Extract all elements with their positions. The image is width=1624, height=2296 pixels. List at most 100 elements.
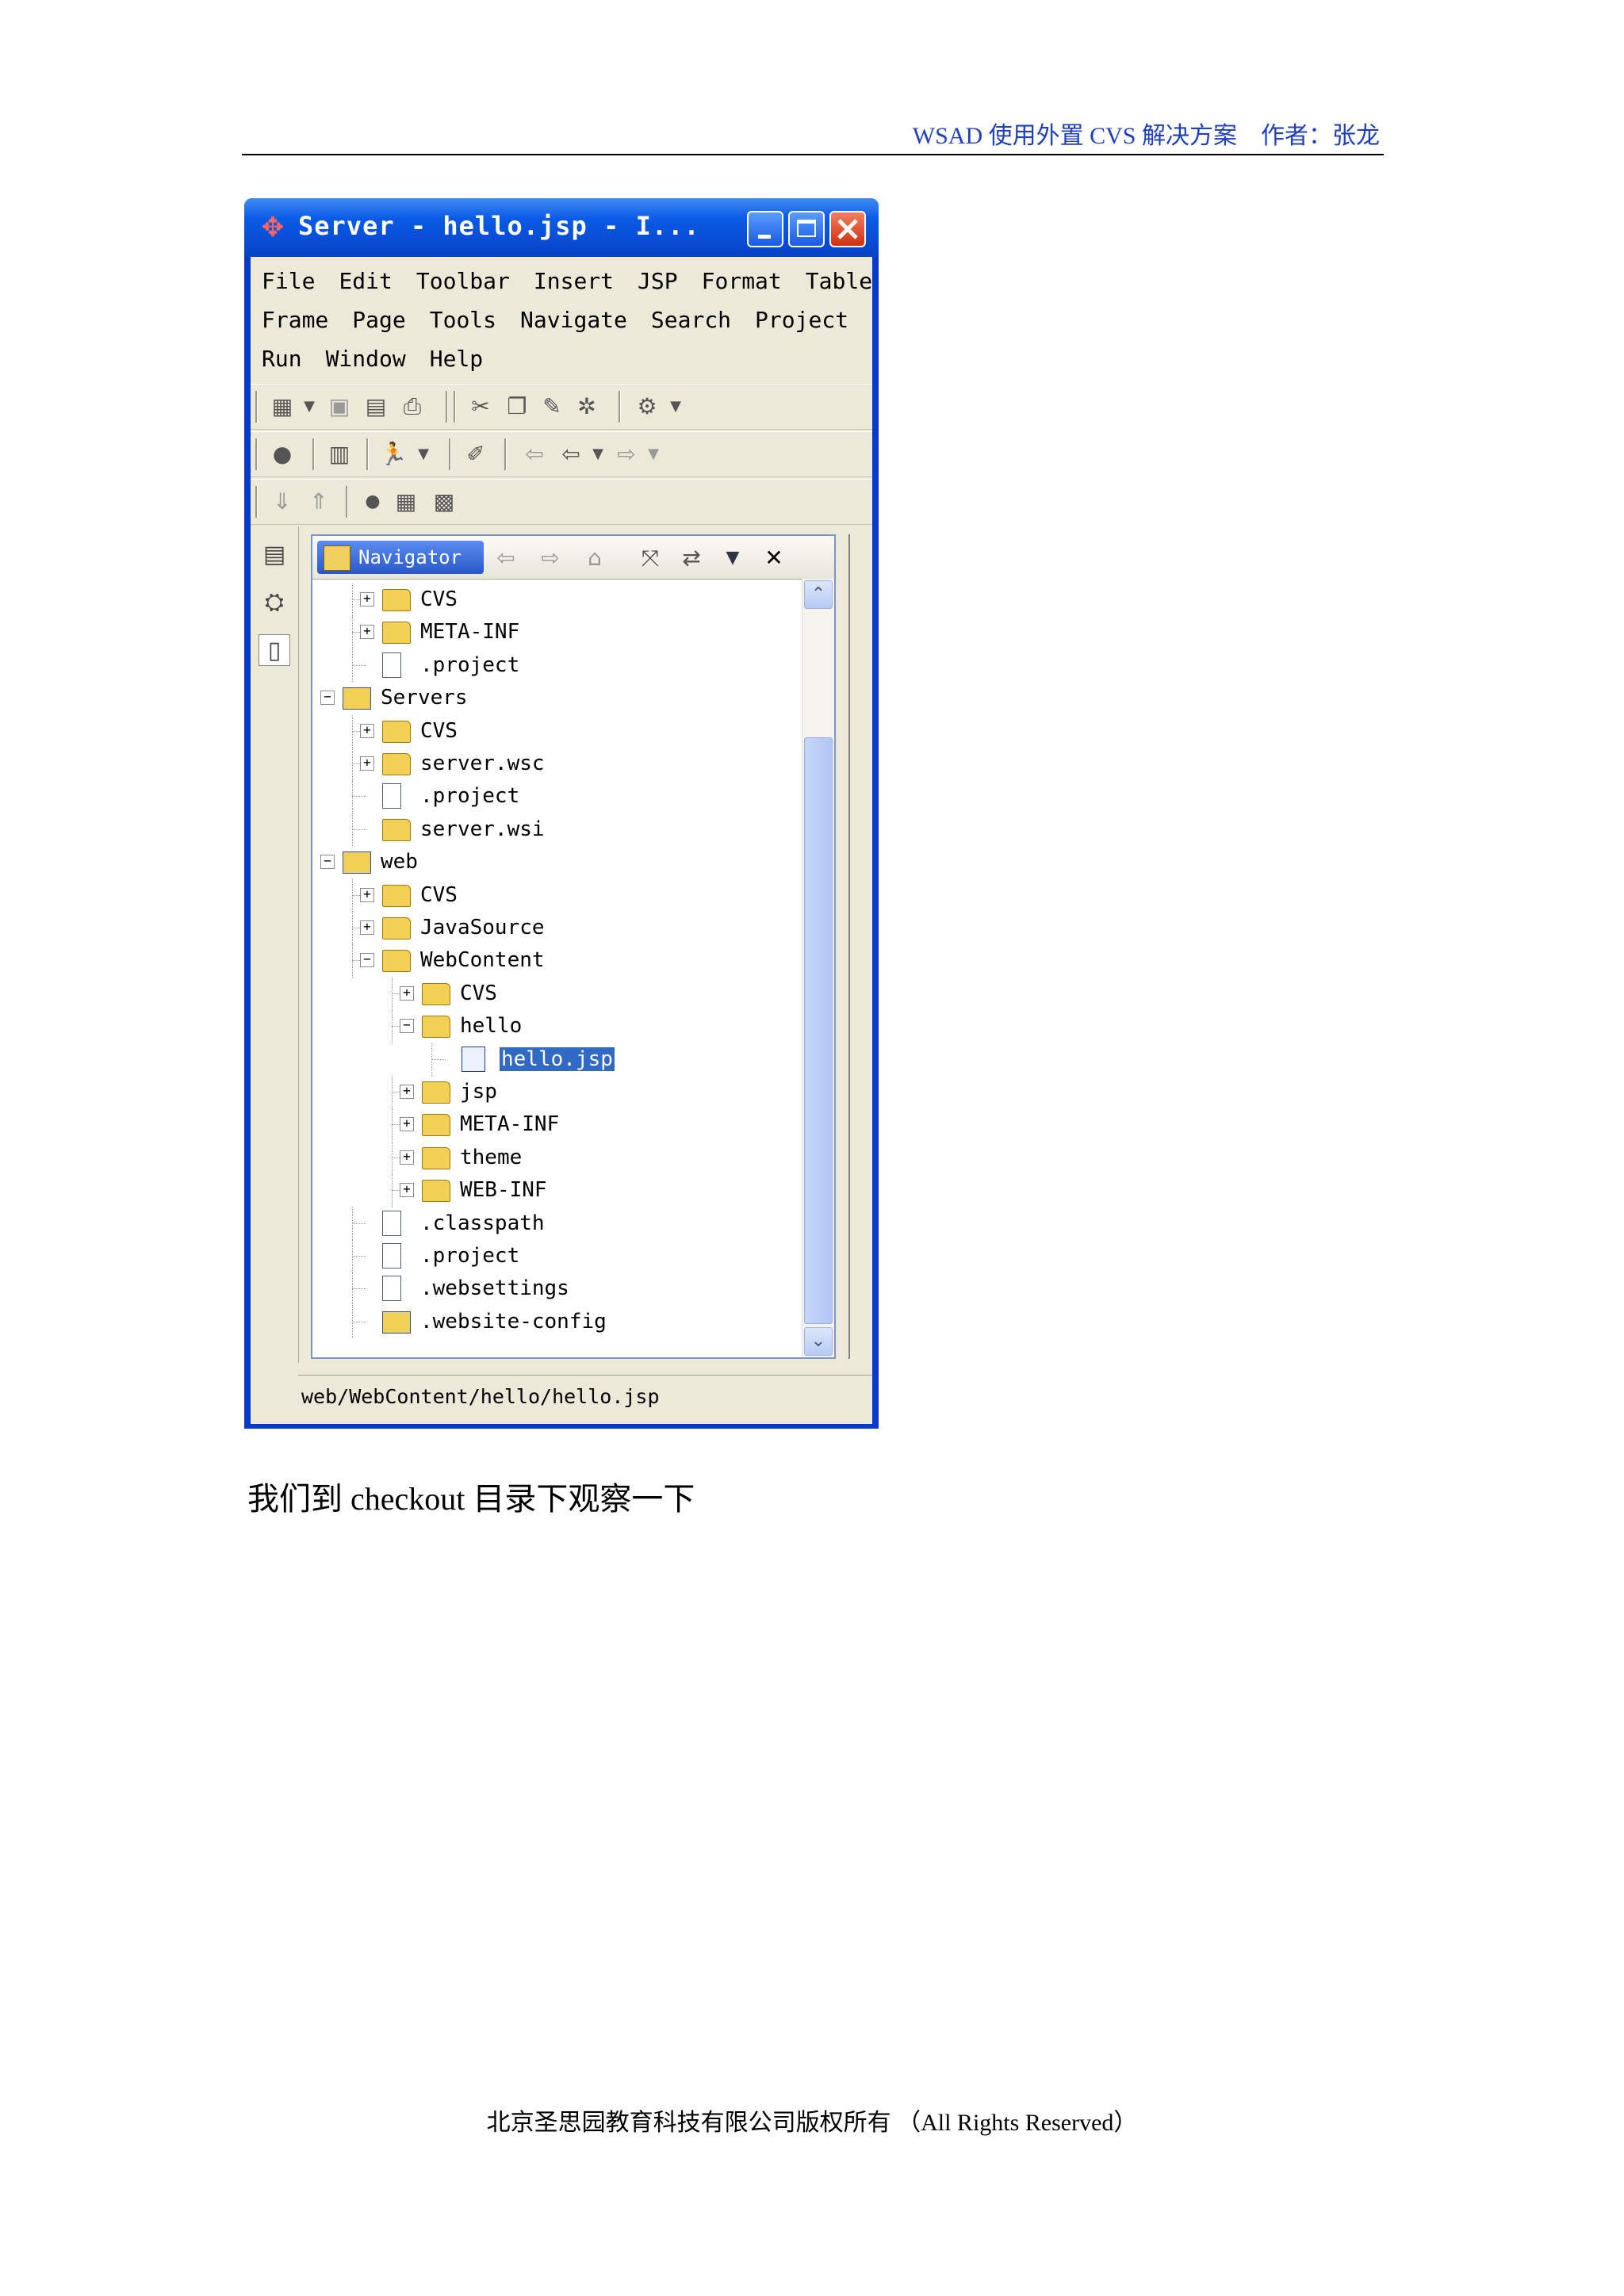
step-up-icon[interactable]: ⇑	[304, 488, 333, 516]
expand-icon[interactable]: +	[400, 1183, 414, 1198]
expand-icon[interactable]: +	[360, 756, 374, 771]
tree-item[interactable]: .websettings	[420, 1272, 569, 1304]
expand-icon[interactable]: +	[360, 723, 374, 738]
back-icon[interactable]: ⇦	[557, 440, 585, 469]
web-perspective-icon[interactable]: ▯	[259, 634, 290, 666]
view-menu-icon[interactable]: ▼	[720, 545, 745, 571]
tree-item[interactable]: jsp	[460, 1076, 497, 1108]
tree-item[interactable]: WEB-INF	[460, 1174, 547, 1206]
menu-insert[interactable]: Insert	[534, 263, 625, 300]
menu-help[interactable]: Help	[430, 341, 494, 377]
tree-item[interactable]: .project	[420, 1240, 519, 1272]
collapse-icon[interactable]: −	[360, 953, 374, 968]
tree-item[interactable]: JavaSource	[420, 912, 545, 943]
tree-item[interactable]: META-INF	[460, 1108, 559, 1140]
minimize-button[interactable]	[747, 211, 783, 247]
link-editor-icon[interactable]: ⇄	[679, 545, 704, 571]
collapse-icon[interactable]: −	[320, 855, 335, 870]
tree-item[interactable]: server.wsi	[420, 813, 545, 845]
menu-navigate[interactable]: Navigate	[520, 302, 638, 339]
expand-icon[interactable]: +	[360, 887, 374, 902]
open-perspective-icon[interactable]: ▤	[259, 539, 290, 571]
maximize-button[interactable]	[788, 211, 825, 247]
scroll-up-button[interactable]: ⌃	[804, 580, 833, 609]
tree-item[interactable]: CVS	[460, 978, 497, 1009]
tree-item[interactable]: CVS	[420, 584, 458, 615]
expand-icon[interactable]: +	[360, 592, 374, 607]
expand-icon[interactable]: +	[400, 985, 414, 1001]
tree-item[interactable]: CVS	[420, 879, 458, 911]
expand-icon[interactable]: +	[360, 920, 374, 935]
copy-icon[interactable]: ❐	[503, 392, 531, 421]
menu-tools[interactable]: Tools	[430, 302, 508, 339]
expand-icon[interactable]: +	[400, 1085, 414, 1099]
new-icon[interactable]: ▦	[268, 392, 297, 421]
save-all-icon[interactable]: ▤	[362, 392, 390, 421]
menu-frame[interactable]: Frame	[262, 302, 339, 339]
debug-icon[interactable]: ✲	[573, 392, 601, 421]
menu-format[interactable]: Format	[702, 263, 793, 300]
save-icon[interactable]: ▣	[325, 392, 354, 421]
tree-item[interactable]: theme	[460, 1142, 522, 1173]
tree-item[interactable]: .website-config	[420, 1306, 607, 1337]
expand-icon[interactable]: +	[360, 625, 374, 640]
menu-window[interactable]: Window	[326, 341, 417, 377]
last-edit-icon[interactable]: ⇦	[520, 440, 549, 469]
menu-project[interactable]: Project	[755, 302, 860, 339]
collapse-icon[interactable]: −	[320, 691, 335, 706]
tree-item[interactable]: Servers	[381, 682, 468, 714]
dropdown-arrow-icon[interactable]: ▼	[661, 392, 690, 421]
vertical-scrollbar[interactable]: ⌃ ⌄	[802, 579, 834, 1357]
scroll-down-button[interactable]: ⌄	[804, 1327, 833, 1356]
expand-icon[interactable]: +	[400, 1117, 414, 1132]
dropdown-arrow-icon[interactable]: ▼	[295, 392, 324, 421]
tree-item[interactable]: CVS	[420, 715, 458, 747]
tab-navigator[interactable]: Navigator	[317, 541, 484, 574]
tree-item[interactable]: web	[381, 846, 418, 878]
collapse-all-icon[interactable]: ⤧	[638, 545, 663, 571]
tree-item[interactable]: META-INF	[420, 616, 519, 648]
close-button[interactable]	[829, 211, 866, 247]
tree-item[interactable]: WebContent	[420, 944, 545, 976]
dropdown-arrow-icon[interactable]: ▼	[639, 440, 668, 469]
scroll-thumb[interactable]	[804, 737, 833, 1324]
menu-edit[interactable]: Edit	[339, 263, 403, 300]
tree-item[interactable]: hello	[460, 1010, 522, 1042]
collapse-icon[interactable]: −	[400, 1019, 414, 1034]
table-icon[interactable]: ▦	[392, 488, 420, 516]
forward-icon[interactable]: ⇨	[538, 545, 563, 571]
back-icon[interactable]: ⇦	[493, 545, 519, 571]
menu-toolbar[interactable]: Toolbar	[416, 263, 521, 300]
cut-icon[interactable]: ✂	[466, 392, 495, 421]
up-folder-icon[interactable]: ⌂	[582, 545, 607, 571]
tree-item[interactable]: hello.jsp	[499, 1043, 615, 1075]
layout-icon[interactable]: ▩	[430, 488, 458, 516]
tree-item[interactable]: .classpath	[420, 1207, 545, 1239]
dropdown-arrow-icon[interactable]: ▼	[409, 440, 438, 469]
server-icon[interactable]: ●	[268, 440, 297, 469]
menu-page[interactable]: Page	[352, 302, 416, 339]
settings-icon[interactable]: ⚙	[633, 392, 661, 421]
expand-icon[interactable]: +	[400, 1150, 414, 1165]
menu-jsp[interactable]: JSP	[638, 263, 689, 300]
close-view-icon[interactable]: ✕	[761, 545, 787, 571]
print-icon[interactable]: ⎙	[398, 392, 427, 421]
forward-icon[interactable]: ⇨	[612, 440, 641, 469]
step-down-icon[interactable]: ⇓	[268, 488, 297, 516]
paste-icon[interactable]: ✎	[538, 392, 566, 421]
menu-search[interactable]: Search	[651, 302, 742, 339]
menu-file[interactable]: File	[262, 263, 326, 300]
tree-item[interactable]: .project	[420, 649, 519, 681]
pencil-icon[interactable]: ✐	[462, 440, 490, 469]
dot-icon[interactable]: ●	[358, 488, 387, 516]
menu-run[interactable]: Run	[262, 341, 313, 377]
tree-item[interactable]: .project	[420, 780, 519, 812]
tree-item[interactable]: server.wsc	[420, 748, 545, 779]
open-file-icon[interactable]: ▥	[325, 440, 354, 469]
server-perspective-icon[interactable]: ⛭	[259, 587, 290, 618]
dropdown-arrow-icon[interactable]: ▼	[584, 440, 612, 469]
title-bar[interactable]: ✥ Server - hello.jsp - I...	[244, 198, 879, 257]
menu-table[interactable]: Table	[806, 263, 883, 300]
run-icon[interactable]: 🏃	[379, 440, 408, 469]
tree-connector	[392, 1108, 393, 1142]
